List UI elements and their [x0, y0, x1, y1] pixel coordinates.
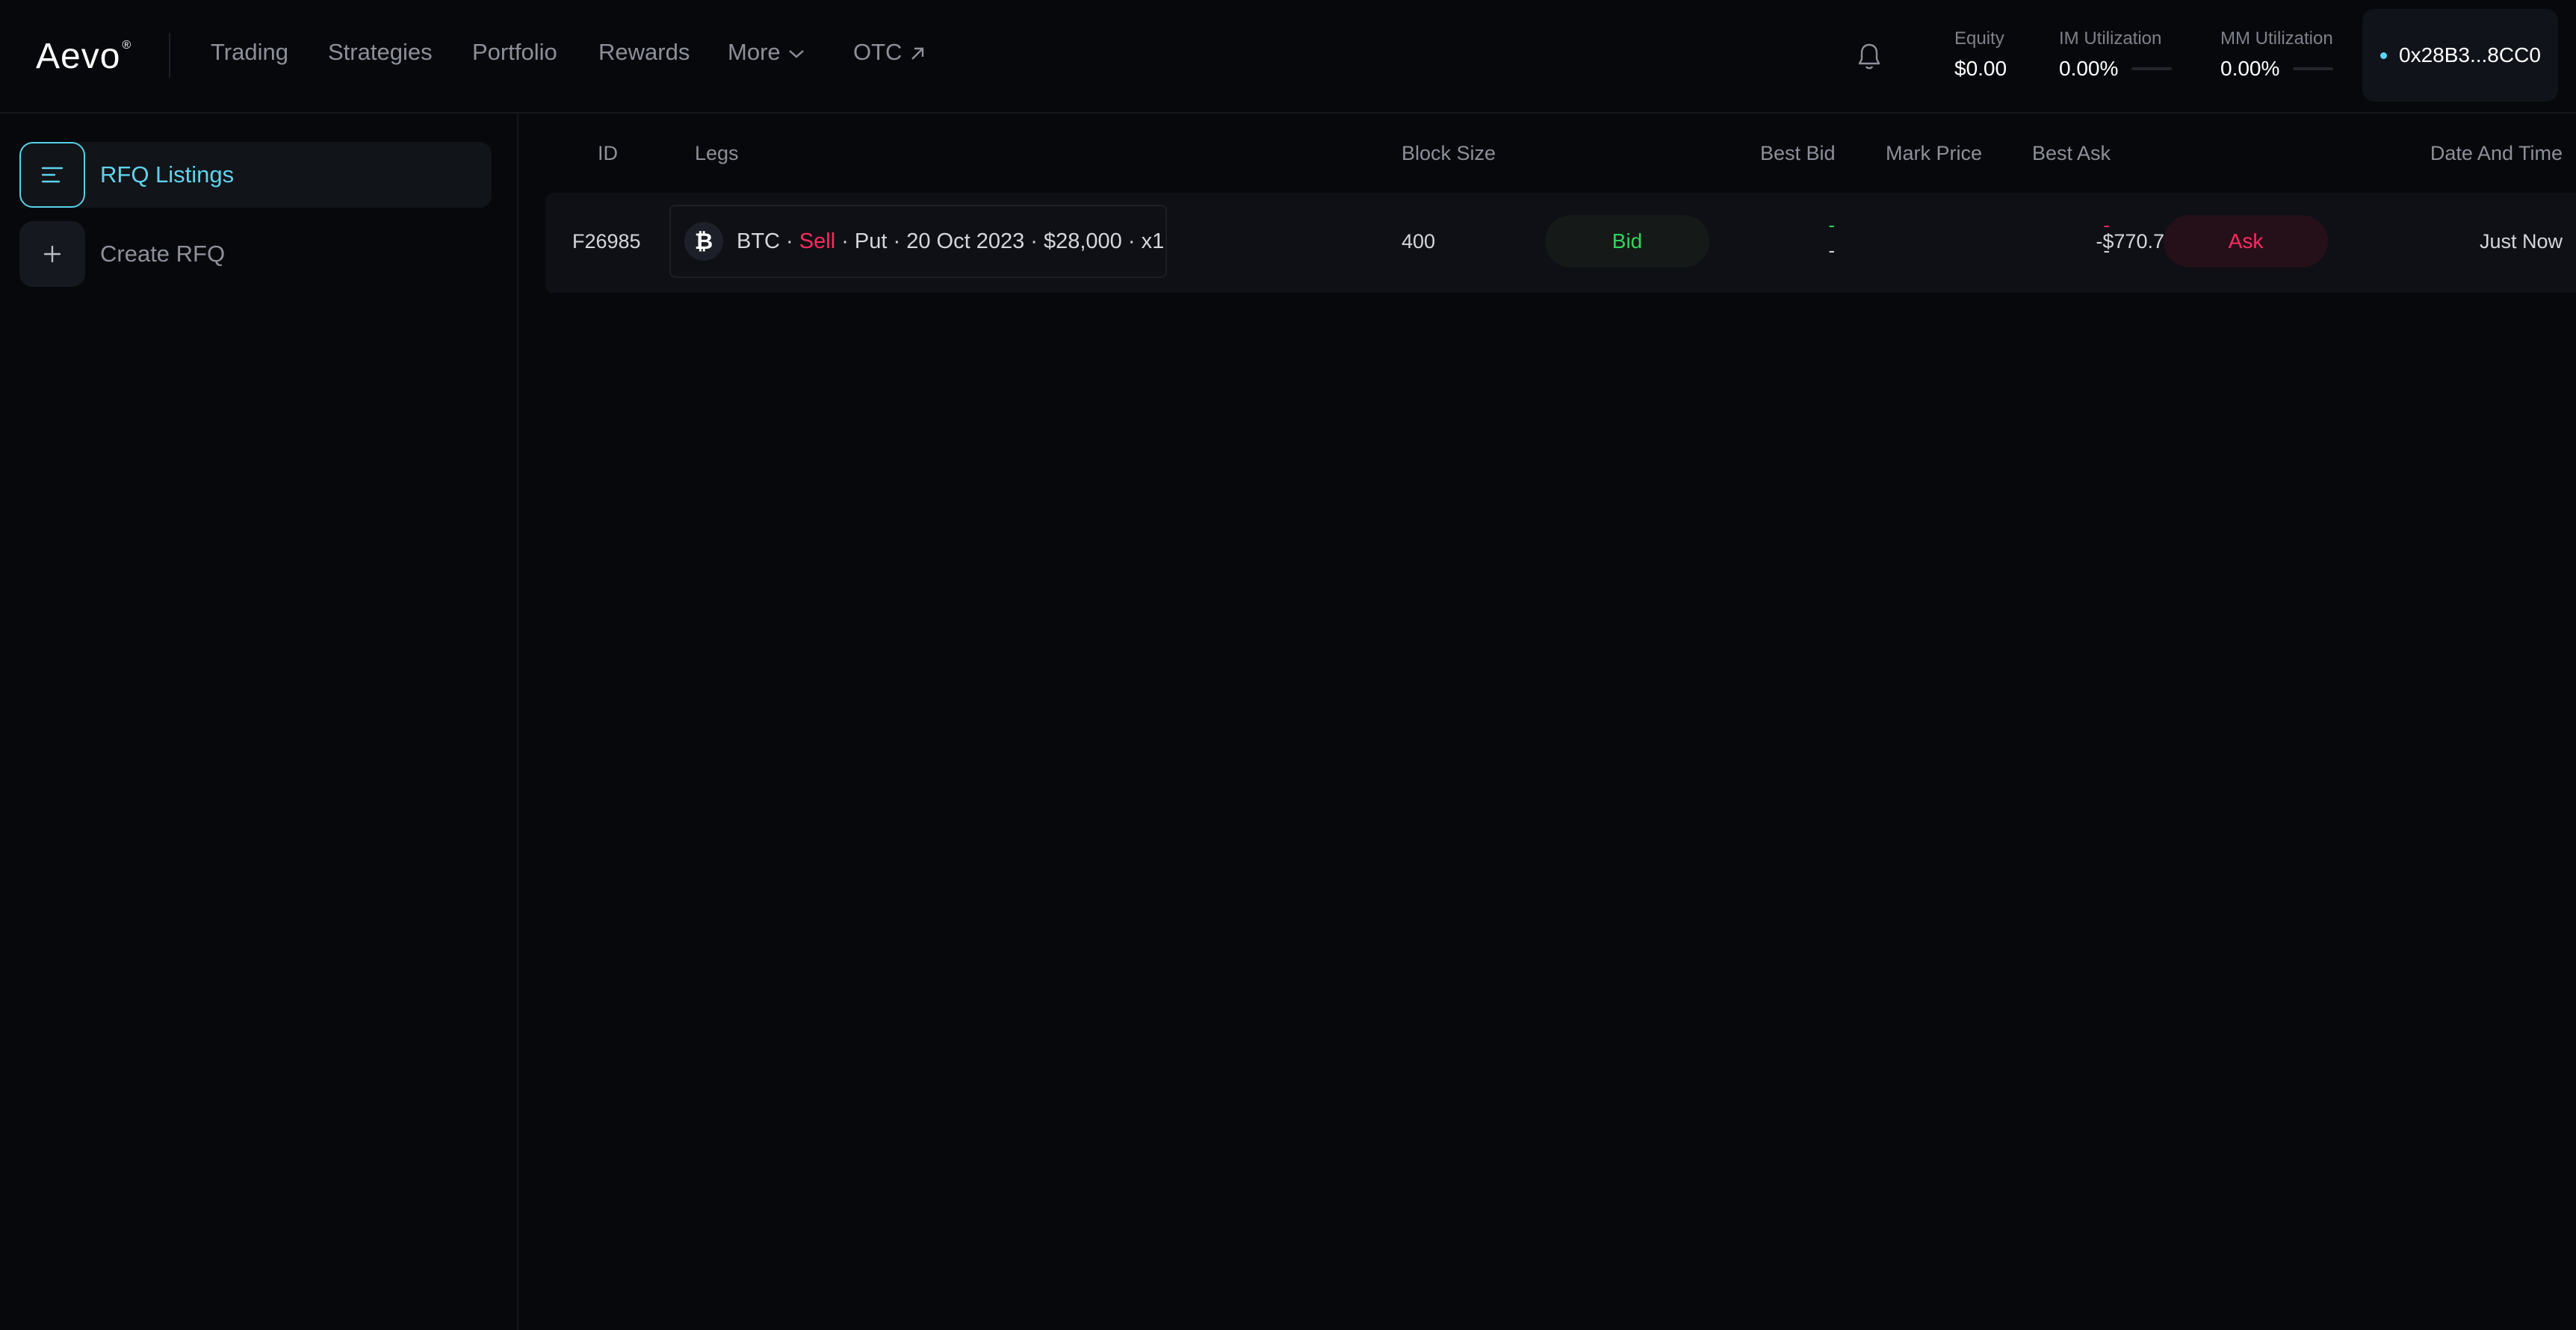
nav-more-label: More [728, 39, 781, 65]
sidebar-item-create-rfq[interactable]: Create RFQ [19, 221, 225, 287]
sidebar: RFQ Listings Create RFQ [0, 114, 518, 1330]
best-bid-size: - [1828, 239, 1835, 262]
leg-chip: ₿ BTC · Sell · Put · 20 Oct 2023 · $28,0… [669, 205, 1167, 278]
bid-button[interactable]: Bid [1545, 215, 1709, 267]
wallet-address: 0x28B3...8CC0 [2399, 43, 2541, 66]
column-header-best-bid: Best Bid [1760, 142, 1836, 164]
nav-trading[interactable]: Trading [211, 39, 288, 66]
leg-side: Sell [799, 229, 836, 253]
column-header-best-ask: Best Ask [2032, 142, 2111, 164]
best-ask-values: - - [2095, 212, 2110, 263]
sidebar-item-label: Create RFQ [100, 241, 226, 267]
im-utilization-bar [2131, 67, 2173, 70]
plus-icon [19, 221, 85, 287]
column-header-legs: Legs [695, 142, 739, 164]
nav-strategies[interactable]: Strategies [328, 39, 433, 66]
column-header-id: ID [598, 142, 618, 164]
wallet-status-dot [2380, 52, 2387, 59]
best-ask-price: - [2103, 214, 2110, 236]
nav-otc-label: OTC [853, 39, 902, 65]
mm-utilization-value: 0.00% [2220, 57, 2280, 80]
chevron-down-icon [788, 49, 804, 58]
nav-otc[interactable]: OTC [853, 39, 926, 66]
nav-rewards[interactable]: Rewards [598, 39, 690, 66]
leg-details: · Put · 20 Oct 2023 · $28,000 · x1 [835, 229, 1165, 253]
leg-asset: BTC [737, 229, 780, 253]
best-bid-values: - - [1820, 212, 1835, 263]
aevo-logo[interactable]: Aevo ® [36, 36, 131, 77]
bell-icon[interactable] [1856, 42, 1883, 72]
equity-label: Equity [1954, 28, 2004, 49]
mm-utilization-bar [2293, 67, 2334, 70]
ask-button[interactable]: Ask [2164, 215, 2328, 267]
sidebar-item-rfq-listings[interactable]: RFQ Listings [19, 142, 492, 208]
rfq-id: F26985 [572, 230, 641, 253]
date-time: Just Now [2479, 230, 2563, 253]
best-ask-size: - [2103, 239, 2110, 262]
mm-utilization-stat: MM Utilization 0.00% [2220, 28, 2334, 81]
column-header-mark-price: Mark Price [1886, 142, 1983, 164]
mm-utilization-label: MM Utilization [2220, 28, 2333, 49]
leg-description: BTC · Sell · Put · 20 Oct 2023 · $28,000… [737, 229, 1164, 254]
equity-value: $0.00 [1954, 57, 2007, 80]
logo-divider [169, 33, 170, 78]
im-utilization-label: IM Utilization [2059, 28, 2162, 49]
sidebar-item-label: RFQ Listings [100, 161, 235, 188]
leg-separator: · [780, 229, 799, 253]
bitcoin-icon: ₿ [684, 222, 723, 261]
nav-more[interactable]: More [728, 39, 805, 66]
nav-portfolio[interactable]: Portfolio [472, 39, 557, 66]
block-size: 400 [1402, 230, 1436, 253]
column-header-date-time: Date And Time [2430, 142, 2563, 164]
list-icon [19, 142, 85, 208]
external-link-icon [911, 47, 924, 60]
top-header: Aevo ® Trading Strategies Portfolio Rewar… [0, 0, 2576, 114]
wallet-button[interactable]: 0x28B3...8CC0 [2362, 9, 2558, 102]
im-utilization-value: 0.00% [2059, 57, 2119, 80]
equity-stat: Equity $0.00 [1954, 28, 2007, 81]
best-bid-price: - [1828, 214, 1835, 236]
column-header-block-size: Block Size [1402, 142, 1496, 164]
im-utilization-stat: IM Utilization 0.00% [2059, 28, 2173, 81]
table-row[interactable]: F26985 ₿ BTC · Sell · Put · 20 Oct 2023 … [545, 193, 2576, 293]
